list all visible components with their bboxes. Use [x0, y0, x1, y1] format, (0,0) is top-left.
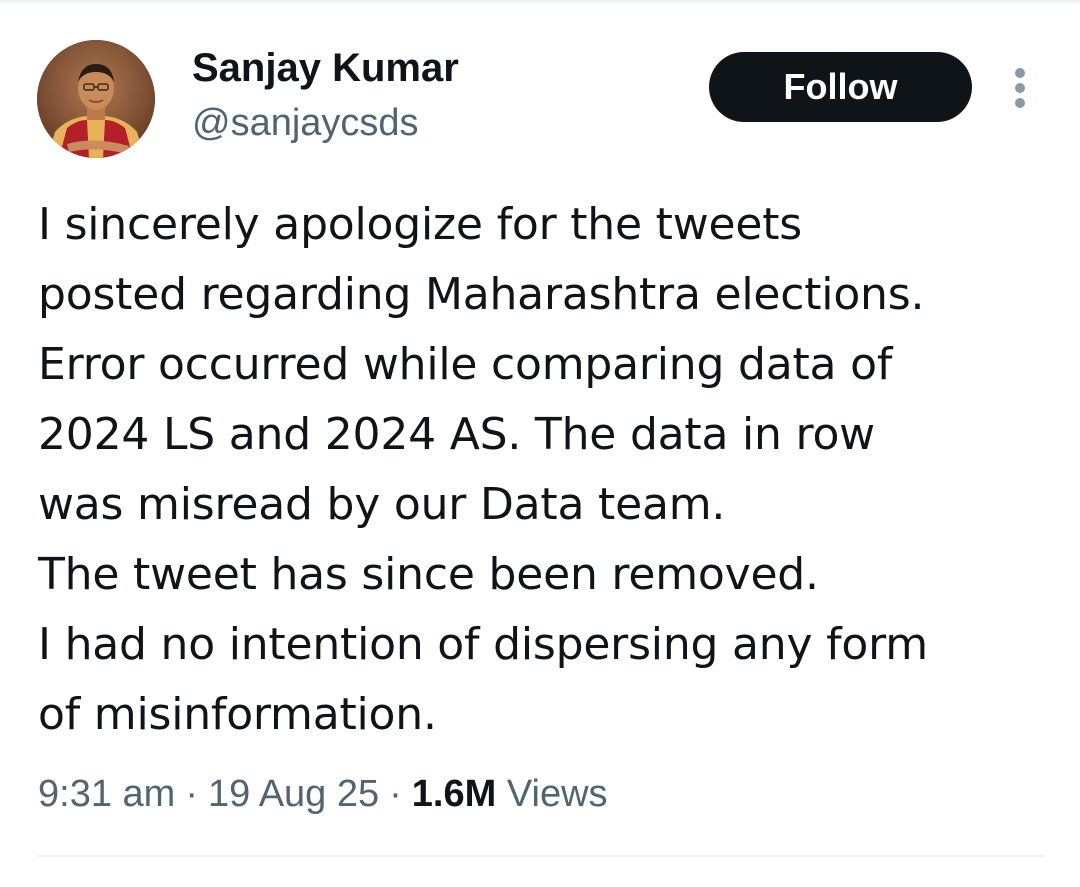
author-handle[interactable]: @sanjaycsds: [192, 100, 419, 146]
tweet-date[interactable]: 19 Aug 25: [208, 773, 379, 815]
tweet-text-line: was misread by our Data team.: [38, 479, 726, 530]
author-name[interactable]: Sanjay Kumar: [192, 44, 459, 92]
tweet-text-line: I sincerely apologize for the tweets: [38, 199, 803, 250]
tweet-time[interactable]: 9:31 am: [38, 773, 175, 815]
tweet-text-line: I had no intention of dispersing any for…: [38, 619, 928, 670]
tweet-text-line: The tweet has since been removed.: [38, 549, 819, 600]
views-count: 1.6M: [411, 773, 497, 815]
tweet-text-line: Error occurred while comparing data of: [38, 339, 893, 390]
tweet-text-line: 2024 LS and 2024 AS. The data in row: [38, 409, 875, 460]
person-avatar-icon: [37, 40, 155, 158]
tweet-text: I sincerely apologize for the tweets pos…: [38, 190, 1058, 750]
meta-separator: ·: [185, 773, 198, 815]
tweet-text-line: of misinformation.: [38, 689, 437, 740]
tweet-text-line: posted regarding Maharashtra elections.: [38, 269, 925, 320]
more-vertical-icon[interactable]: [1004, 66, 1036, 110]
meta-separator: ·: [389, 773, 402, 815]
follow-button[interactable]: Follow: [709, 52, 972, 122]
bottom-divider: [38, 855, 1044, 857]
avatar[interactable]: [37, 40, 155, 158]
tweet-meta: 9:31 am · 19 Aug 25 · 1.6M Views: [38, 768, 608, 820]
views-label: Views: [506, 773, 608, 815]
top-divider: [0, 0, 1080, 3]
